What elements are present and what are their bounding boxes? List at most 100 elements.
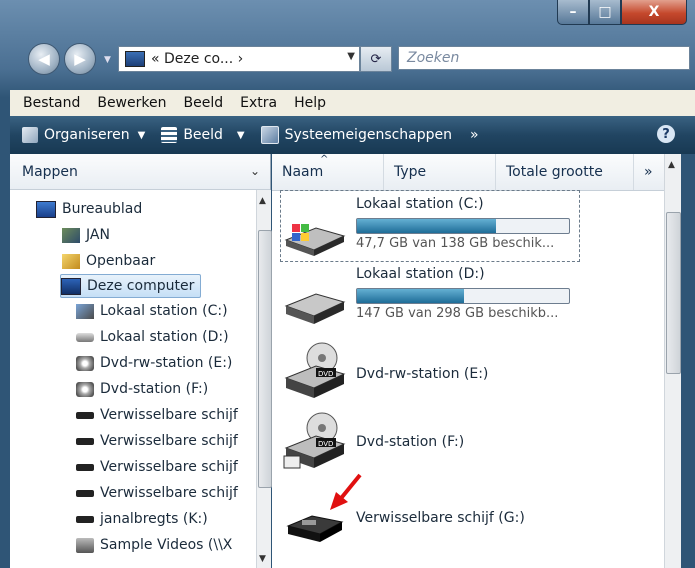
red-arrow-annotation: [330, 473, 362, 510]
tree-item-label: Lokaal station (C:): [100, 303, 228, 319]
dvd-drive-icon: [76, 355, 94, 371]
hard-drive-icon: [284, 293, 346, 324]
tree-item-jan[interactable]: JAN: [62, 224, 110, 246]
more-commands-button[interactable]: »: [470, 127, 479, 143]
refresh-icon: ⟳: [370, 51, 382, 67]
computer-icon: [125, 51, 145, 67]
tree-item-drive-f[interactable]: Dvd-station (F:): [76, 378, 208, 400]
forward-button[interactable]: ▶: [64, 43, 96, 75]
column-total-size[interactable]: Totale grootte: [496, 154, 634, 190]
tree-item-bureaublad[interactable]: Bureaublad: [36, 198, 142, 220]
menu-bewerken[interactable]: Bewerken: [97, 95, 166, 111]
tree-item-removable[interactable]: Verwisselbare schijf: [76, 482, 238, 504]
tree-item-label: janalbregts (K:): [100, 511, 208, 527]
public-folder-icon: [62, 253, 80, 269]
tree-item-label: Sample Videos (\\X: [100, 537, 233, 553]
menu-bar: Bestand Bewerken Beeld Extra Help: [10, 90, 695, 116]
drive-name: Verwisselbare schijf (G:): [356, 510, 525, 526]
content-scrollbar[interactable]: ▲: [664, 154, 681, 568]
back-button[interactable]: ◀: [28, 43, 60, 75]
folders-scrollbar[interactable]: ▲ ▼: [256, 190, 272, 568]
tree-item-label: Dvd-station (F:): [100, 381, 209, 397]
view-icon: [161, 127, 178, 143]
tree-item-label: JAN: [86, 227, 110, 243]
menu-help[interactable]: Help: [294, 95, 326, 111]
column-name-label: Naam: [282, 164, 324, 180]
computer-icon: [61, 277, 81, 295]
tree-item-drive-d[interactable]: Lokaal station (D:): [76, 326, 229, 348]
tree-item-network-drive[interactable]: Sample Videos (\\X: [76, 534, 232, 556]
tree-item-removable[interactable]: Verwisselbare schijf: [76, 456, 238, 478]
system-properties-button[interactable]: Systeemeigenschappen: [260, 126, 453, 144]
menu-beeld[interactable]: Beeld: [183, 95, 223, 111]
tree-item-drive-c[interactable]: Lokaal station (C:): [76, 300, 228, 322]
address-bar[interactable]: « Deze co... › ▼: [118, 46, 360, 72]
address-path: « Deze co... ›: [151, 51, 244, 67]
usage-bar: [356, 218, 570, 234]
arrow-right-icon: ▶: [74, 50, 86, 68]
address-dropdown-icon[interactable]: ▼: [347, 51, 355, 62]
system-drive-icon: [284, 224, 346, 256]
dvd-drive-icon: [76, 381, 94, 397]
system-properties-label: Systeemeigenschappen: [284, 127, 453, 143]
svg-text:DVD: DVD: [318, 440, 333, 448]
refresh-button[interactable]: ⟳: [360, 46, 392, 72]
maximize-button[interactable]: □: [589, 0, 621, 25]
scroll-thumb[interactable]: [666, 212, 681, 374]
organize-label: Organiseren: [44, 127, 130, 143]
search-placeholder: Zoeken: [407, 50, 460, 66]
tree-item-label: Verwisselbare schijf: [100, 459, 238, 475]
column-type[interactable]: Type: [384, 154, 496, 190]
tree-item-label: Deze computer: [87, 278, 195, 294]
organize-button[interactable]: Organiseren ▼: [22, 127, 145, 143]
drive-space: 147 GB van 298 GB beschikb...: [356, 306, 559, 321]
scroll-down-icon[interactable]: ▼: [259, 554, 266, 564]
close-button[interactable]: X: [621, 0, 687, 25]
arrow-left-icon: ◀: [38, 50, 50, 68]
removable-drive-icon: [76, 515, 94, 523]
scroll-thumb[interactable]: [258, 230, 272, 488]
chevron-down-icon: ⌄: [249, 164, 260, 178]
drive-name: Lokaal station (D:): [356, 266, 485, 282]
more-columns-button[interactable]: »: [634, 154, 664, 190]
folders-pane: Mappen ⌄ Bureaublad JAN Openbaar Deze co…: [10, 154, 272, 568]
removable-drive-icon: [76, 489, 94, 497]
system-drive-icon: [76, 303, 94, 319]
view-label: Beeld: [183, 127, 223, 143]
tree-item-label: Lokaal station (D:): [100, 329, 229, 345]
history-dropdown-icon[interactable]: ▼: [104, 55, 111, 65]
tree-item-removable[interactable]: Verwisselbare schijf: [76, 430, 238, 452]
removable-drive-icon: [76, 411, 94, 419]
tree-item-drive-k[interactable]: janalbregts (K:): [76, 508, 208, 530]
more-columns-label: »: [644, 164, 653, 180]
window-caption-buttons: – □ X: [557, 0, 687, 28]
organize-icon: [22, 127, 38, 143]
menu-bestand[interactable]: Bestand: [23, 95, 80, 111]
tree-item-label: Verwisselbare schijf: [100, 433, 238, 449]
network-drive-icon: [76, 537, 94, 553]
drive-item-d[interactable]: Lokaal station (D:) 147 GB van 298 GB be…: [278, 266, 658, 348]
tree-item-label: Verwisselbare schijf: [100, 485, 238, 501]
drive-name: Lokaal station (C:): [356, 196, 484, 212]
tree-item-drive-e[interactable]: Dvd-rw-station (E:): [76, 352, 232, 374]
tree-item-removable[interactable]: Verwisselbare schijf: [76, 404, 238, 426]
minimize-button[interactable]: –: [557, 0, 589, 25]
removable-drive-icon: [76, 463, 94, 471]
explorer-window: – □ X ◀ ▶ ▼ « Deze co... › ▼ ⟳ Zoeken Be…: [0, 0, 695, 568]
menu-extra[interactable]: Extra: [240, 95, 277, 111]
usage-bar-fill: [357, 219, 496, 233]
view-button[interactable]: Beeld ▼: [161, 127, 245, 143]
svg-text:DVD: DVD: [318, 370, 333, 378]
tree-item-label: Dvd-rw-station (E:): [100, 355, 233, 371]
usage-bar: [356, 288, 570, 304]
help-button[interactable]: ?: [657, 125, 675, 143]
column-name[interactable]: Naam ^: [272, 154, 384, 190]
search-input[interactable]: Zoeken: [398, 46, 690, 70]
folders-header[interactable]: Mappen ⌄: [10, 154, 270, 190]
tree-item-deze-computer[interactable]: Deze computer: [60, 274, 202, 298]
scroll-up-icon[interactable]: ▲: [259, 196, 266, 206]
dvd-drive-icon: DVD: [283, 412, 346, 469]
drive-name: Dvd-rw-station (E:): [356, 366, 489, 382]
tree-item-openbaar[interactable]: Openbaar: [62, 250, 155, 272]
scroll-up-icon[interactable]: ▲: [668, 160, 675, 170]
